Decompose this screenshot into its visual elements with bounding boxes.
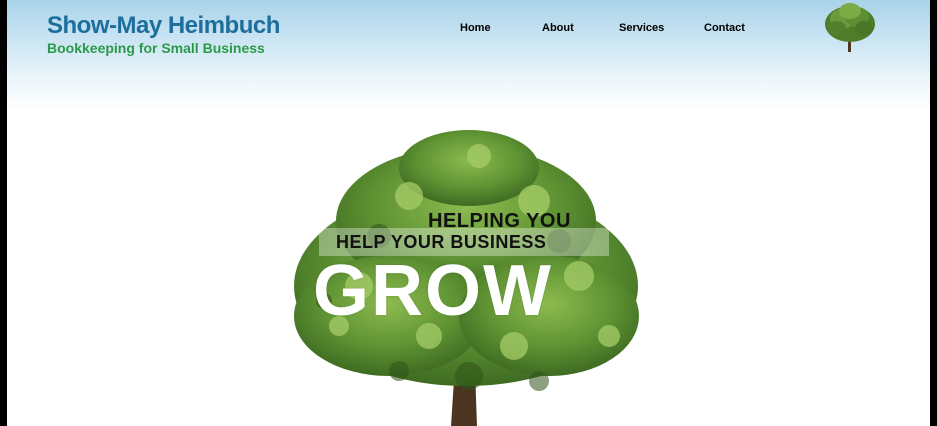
nav-about-link[interactable]: About — [542, 22, 574, 34]
hero-grow-word: GROW — [313, 251, 553, 331]
tree-icon — [825, 3, 875, 52]
nav-home-link[interactable]: Home — [460, 22, 491, 34]
hero-line-help-your-business: HELP YOUR BUSINESS — [336, 232, 547, 252]
nav-services-link[interactable]: Services — [619, 22, 664, 34]
brand-tagline: Bookkeeping for Small Business — [47, 40, 265, 56]
hero: HELPING YOU HELP YOUR BUSINESS GROW — [279, 126, 659, 426]
nav-contact-link[interactable]: Contact — [704, 22, 745, 34]
hero-line-helping-you: HELPING YOU — [428, 210, 571, 232]
brand-name[interactable]: Show-May Heimbuch — [47, 12, 280, 40]
page: Show-May Heimbuch Bookkeeping for Small … — [7, 0, 930, 426]
brand[interactable]: Show-May Heimbuch Bookkeeping for Small … — [47, 12, 280, 56]
